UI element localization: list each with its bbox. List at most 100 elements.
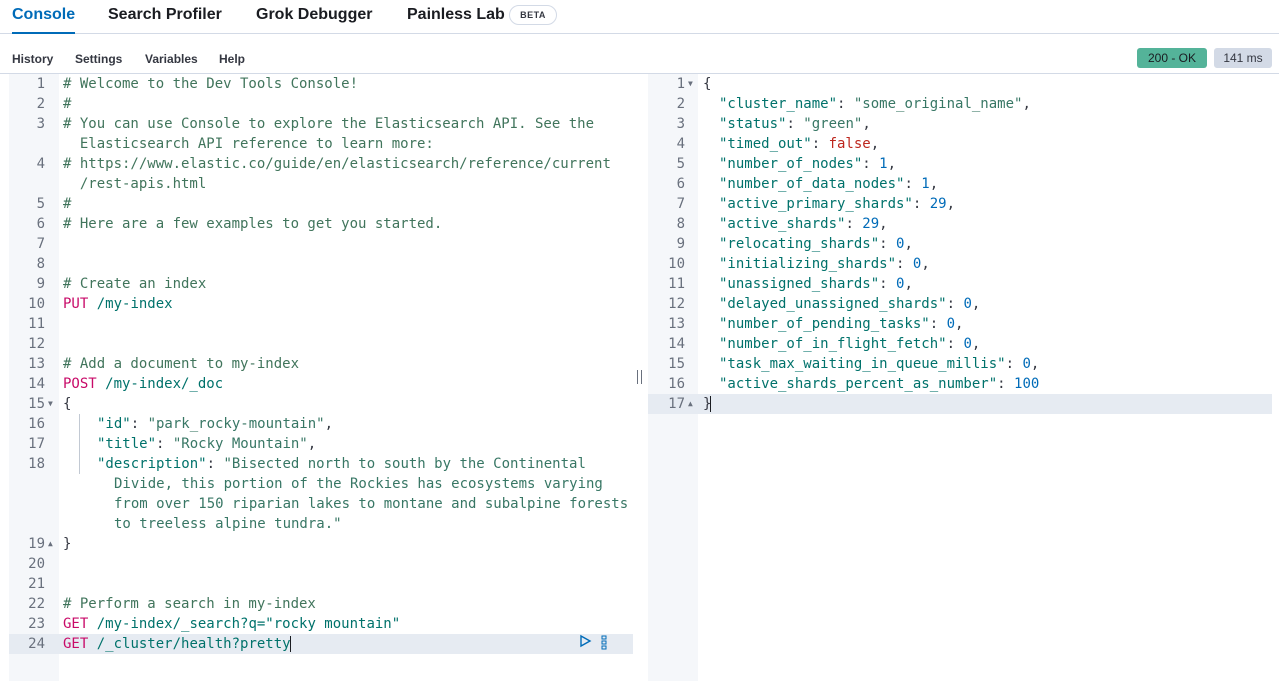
json-field: "number_of_in_flight_fetch": 0, — [719, 336, 981, 352]
line-number: 6 — [36, 216, 45, 232]
line-number: 11 — [28, 316, 45, 332]
fold-arrow-icon[interactable]: ▲ — [48, 534, 53, 554]
json-field: "active_shards_percent_as_number": 100 — [719, 376, 1040, 392]
tab-grok-debugger[interactable]: Grok Debugger — [256, 0, 372, 34]
tab-console[interactable]: Console — [12, 0, 76, 34]
line-number: 1 — [36, 76, 45, 92]
response-editor[interactable]: 1 2 3 4 5 6 7 8 9 10 11 12 13 14 15 16 17 "cluster_name":… — [648, 74, 1272, 681]
line-number: 9 — [676, 236, 685, 252]
json-field: "cluster_name": "some_original_name", — [719, 96, 1031, 112]
request-line-put[interactable]: PUT /my-index — [63, 294, 173, 314]
json-field: "relocating_shards": 0, — [719, 236, 913, 252]
line-number: 21 — [28, 576, 45, 592]
settings-button[interactable]: Settings — [75, 52, 122, 66]
line-number: 14 — [668, 336, 685, 352]
indent-guide — [79, 414, 80, 474]
fold-arrow-icon[interactable]: ▼ — [688, 74, 693, 94]
tab-search-profiler[interactable]: Search Profiler — [108, 0, 222, 34]
line-number: 8 — [676, 216, 685, 232]
top-tab-bar: Console Search Profiler Grok Debugger Pa… — [0, 0, 1279, 34]
line-number: 13 — [668, 316, 685, 332]
text-cursor — [710, 396, 711, 412]
json-field: "unassigned_shards": 0, — [719, 276, 913, 292]
line-number: 4 — [36, 156, 45, 172]
panel-resize-handle[interactable] — [637, 370, 642, 384]
line-number: 17 — [668, 396, 685, 412]
json-field: "number_of_nodes": 1, — [719, 156, 897, 172]
line-number: 2 — [36, 96, 45, 112]
variables-button[interactable]: Variables — [145, 52, 198, 66]
code-comment: # Perform a search in my-index — [63, 596, 316, 612]
console-toolbar: History Settings Variables Help 200 - OK… — [0, 34, 1279, 74]
line-number: 10 — [668, 256, 685, 272]
line-number: 7 — [36, 236, 45, 252]
more-vertical-icon[interactable] — [600, 634, 608, 656]
http-method: GET — [63, 636, 89, 652]
json-field: "status": "green", — [719, 116, 871, 132]
line-number: 12 — [28, 336, 45, 352]
line-number: 19 — [28, 536, 45, 552]
line-number: 7 — [676, 196, 685, 212]
json-field: "initializing_shards": 0, — [719, 256, 930, 272]
line-number: 3 — [676, 116, 685, 132]
http-method: PUT — [63, 296, 89, 312]
request-line-search[interactable]: GET /my-index/_search?q="rocky mountain" — [63, 614, 400, 634]
response-time-badge: 141 ms — [1214, 48, 1272, 68]
line-number: 18 — [28, 456, 45, 472]
request-url: /my-index — [88, 296, 173, 312]
line-number: 5 — [676, 156, 685, 172]
json-string-wrap: Divide, this portion of the Rockies has … — [114, 476, 603, 492]
line-number: 22 — [28, 596, 45, 612]
line-number: 8 — [36, 256, 45, 272]
line-number: 9 — [36, 276, 45, 292]
beta-badge: BETA — [509, 5, 557, 25]
fold-arrow-icon[interactable]: ▲ — [688, 394, 693, 414]
line-number: 11 — [668, 276, 685, 292]
help-button[interactable]: Help — [219, 52, 245, 66]
json-field: "number_of_pending_tasks": 0, — [719, 316, 964, 332]
json-string-wrap: to treeless alpine tundra." — [114, 516, 342, 532]
request-line-health[interactable]: GET /_cluster/health?pretty — [63, 634, 291, 654]
json-field: "timed_out": false, — [719, 136, 880, 152]
line-number: 4 — [676, 136, 685, 152]
code-comment: # Welcome to the Dev Tools Console! — [63, 76, 359, 92]
line-number: 6 — [676, 176, 685, 192]
fold-arrow-icon[interactable]: ▼ — [48, 394, 53, 414]
play-icon[interactable] — [578, 634, 592, 654]
request-url: /_cluster/health?pretty — [88, 636, 291, 652]
json-field: "number_of_data_nodes": 1, — [719, 176, 939, 192]
request-url: /my-index/_doc — [96, 376, 224, 392]
line-number: 15 — [28, 396, 45, 412]
request-editor[interactable]: 1 2 3 4 5 6 7 8 9 10 11 12 13 14 15 16 1… — [9, 74, 633, 681]
code-comment: /rest-apis.html — [63, 176, 207, 192]
history-button[interactable]: History — [12, 52, 53, 66]
active-line-highlight — [648, 394, 1272, 414]
json-field: "delayed_unassigned_shards": 0, — [719, 296, 981, 312]
json-field-id: "id": "park_rocky-mountain", — [97, 416, 334, 432]
code-comment: # Here are a few examples to get you sta… — [63, 216, 443, 232]
line-number: 16 — [668, 376, 685, 392]
line-number: 16 — [28, 416, 45, 432]
tab-painless-lab[interactable]: Painless Lab — [407, 0, 505, 34]
json-field: "active_shards": 29, — [719, 216, 888, 232]
code-comment: # — [63, 96, 72, 112]
line-number: 24 — [28, 636, 45, 652]
line-number: 13 — [28, 356, 45, 372]
request-line-post[interactable]: POST /my-index/_doc — [63, 374, 223, 394]
http-method: GET — [63, 616, 89, 632]
line-number: 14 — [28, 376, 45, 392]
line-number: 3 — [36, 116, 45, 132]
text-cursor — [290, 636, 291, 652]
line-number: 23 — [28, 616, 45, 632]
line-number: 20 — [28, 556, 45, 572]
json-field-title: "title": "Rocky Mountain", — [97, 436, 317, 452]
code-comment: # You can use Console to explore the Ela… — [63, 116, 595, 132]
json-field: "active_primary_shards": 29, — [719, 196, 956, 212]
line-number: 10 — [28, 296, 45, 312]
code-comment: Elasticsearch API reference to learn mor… — [63, 136, 434, 152]
line-number: 15 — [668, 356, 685, 372]
code-comment: # — [63, 196, 72, 212]
json-open-brace: { — [63, 396, 72, 412]
json-open-brace: { — [703, 76, 712, 92]
line-number: 5 — [36, 196, 45, 212]
